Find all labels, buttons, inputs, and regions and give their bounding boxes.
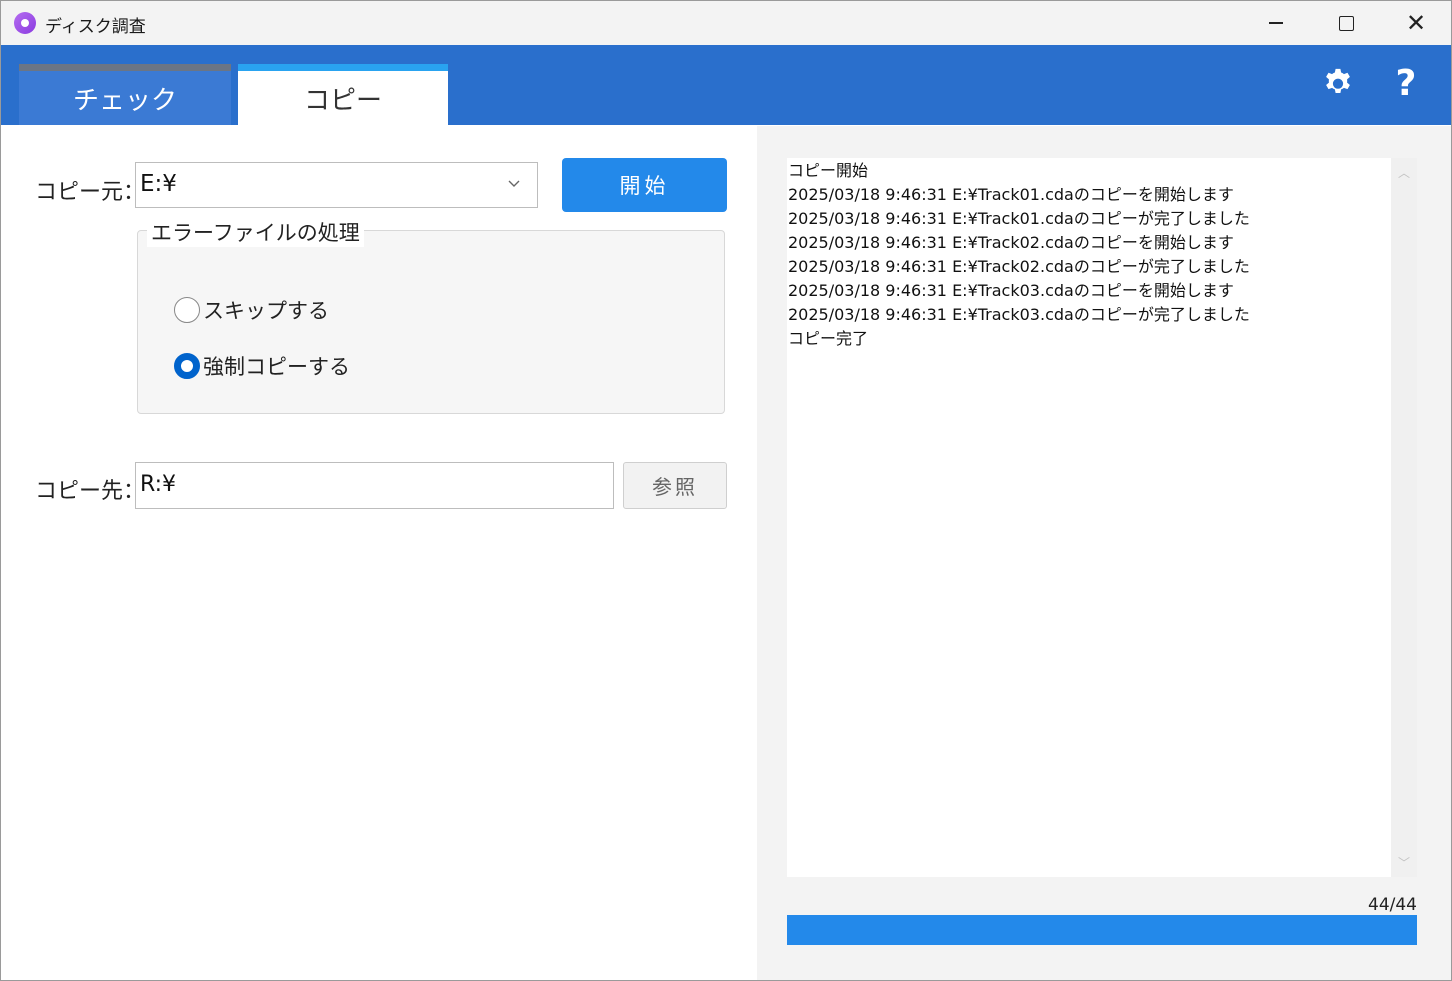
close-icon: ✕ xyxy=(1405,9,1427,37)
tab-check[interactable]: チェック xyxy=(19,64,231,125)
tab-copy[interactable]: コピー xyxy=(238,64,448,125)
close-button[interactable]: ✕ xyxy=(1381,1,1451,45)
maximize-button[interactable] xyxy=(1311,1,1381,45)
tab-copy-label: コピー xyxy=(303,85,382,116)
progress-count: 44/44 xyxy=(1368,895,1417,915)
log-textbox[interactable]: コピー開始 2025/03/18 9:46:31 E:¥Track01.cdaのコ… xyxy=(787,158,1391,877)
log-lines: コピー開始 2025/03/18 9:46:31 E:¥Track01.cdaのコ… xyxy=(787,159,1250,351)
dest-value: R:¥ xyxy=(140,472,177,497)
source-value: E:¥ xyxy=(140,171,177,197)
log-line: 2025/03/18 9:46:31 E:¥Track03.cdaのコピーを開始… xyxy=(788,281,1234,300)
log-line: 2025/03/18 9:46:31 E:¥Track02.cdaのコピーを開始… xyxy=(788,233,1234,252)
settings-button[interactable] xyxy=(1318,63,1358,103)
log-line: 2025/03/18 9:46:31 E:¥Track03.cdaのコピーが完了… xyxy=(788,305,1250,324)
log-line: 2025/03/18 9:46:31 E:¥Track01.cdaのコピーを開始… xyxy=(788,185,1234,204)
radio-unchecked-icon[interactable] xyxy=(174,297,200,323)
progress-bar xyxy=(787,915,1417,945)
window-title: ディスク調査 xyxy=(45,17,146,37)
progress-fill xyxy=(787,915,1417,945)
source-dropdown[interactable]: E:¥ xyxy=(135,162,538,208)
dest-input[interactable]: R:¥ xyxy=(135,462,614,509)
app-window: ディスク調査 ✕ チェック コピー ? コピー元： E:¥ 開始 エラーファイル… xyxy=(0,0,1452,981)
force-copy-option[interactable]: 強制コピーする xyxy=(174,351,350,381)
log-line: コピー開始 xyxy=(788,161,869,180)
log-line: 2025/03/18 9:46:31 E:¥Track01.cdaのコピーが完了… xyxy=(788,209,1250,228)
maximize-icon xyxy=(1338,15,1354,31)
chevron-down-icon xyxy=(508,180,520,187)
scroll-up-icon[interactable]: ︿ xyxy=(1398,164,1410,181)
skip-option[interactable]: スキップする xyxy=(174,295,329,325)
skip-option-label: スキップする xyxy=(203,299,329,323)
title-bar[interactable]: ディスク調査 ✕ xyxy=(1,1,1451,45)
app-disc-icon xyxy=(14,12,36,34)
log-scrollbar[interactable]: ︿ ﹀ xyxy=(1391,158,1417,877)
browse-button[interactable]: 参照 xyxy=(623,462,727,509)
minimize-button[interactable] xyxy=(1241,1,1311,45)
header-bar: チェック コピー ? xyxy=(1,45,1451,125)
force-copy-option-label: 強制コピーする xyxy=(203,355,350,379)
log-line: コピー完了 xyxy=(788,329,869,348)
log-line: 2025/03/18 9:46:31 E:¥Track02.cdaのコピーが完了… xyxy=(788,257,1250,276)
scroll-down-icon[interactable]: ﹀ xyxy=(1398,854,1410,871)
source-label: コピー元： xyxy=(35,180,146,205)
help-button[interactable]: ? xyxy=(1386,62,1426,104)
minimize-icon xyxy=(1269,22,1283,24)
start-button[interactable]: 開始 xyxy=(562,158,727,212)
radio-checked-icon[interactable] xyxy=(174,353,200,379)
tab-check-label: チェック xyxy=(72,85,177,116)
help-icon: ? xyxy=(1395,62,1417,104)
dest-label: コピー先： xyxy=(35,479,146,504)
error-group-title: エラーファイルの処理 xyxy=(147,217,364,247)
gear-icon xyxy=(1326,68,1350,94)
